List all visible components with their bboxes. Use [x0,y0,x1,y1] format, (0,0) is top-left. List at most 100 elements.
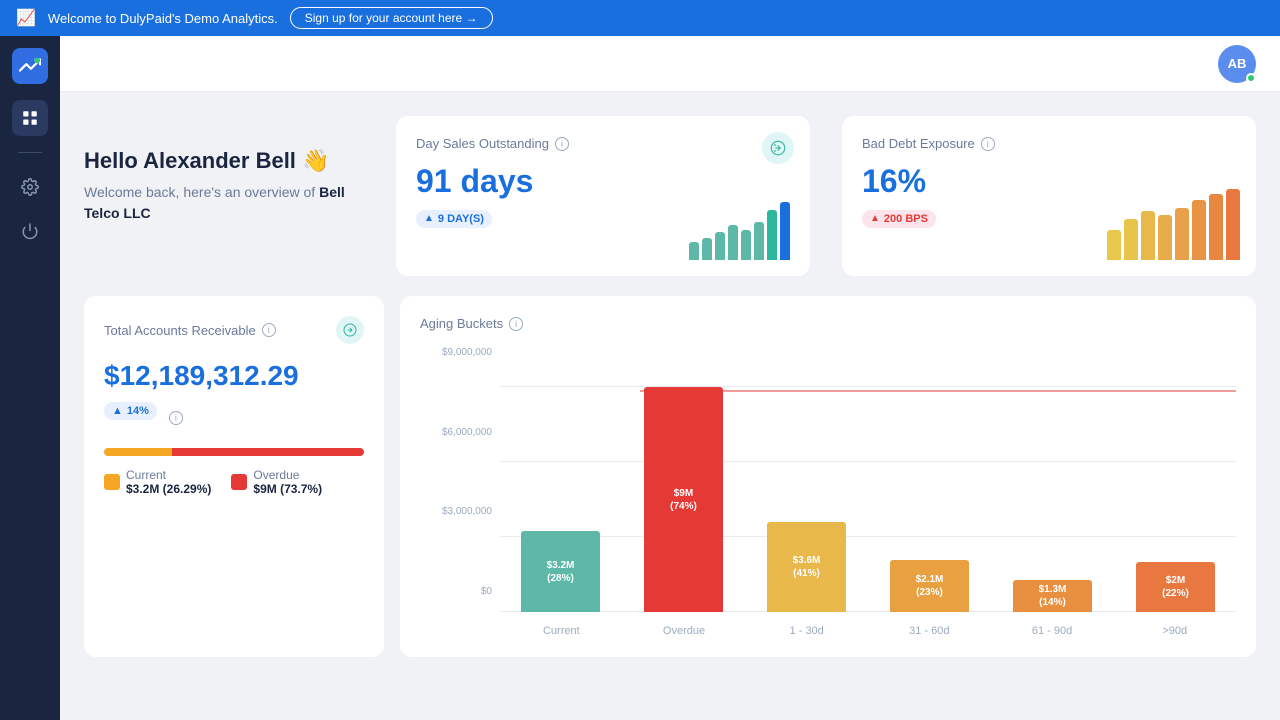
bd-bar-3 [1158,215,1172,260]
dso-bar-0 [689,242,699,260]
dso-share-icon [769,139,787,157]
ar-value: $12,189,312.29 [104,360,364,392]
bd-bar-7 [1226,189,1240,260]
aging-info-icon[interactable]: i [509,317,523,331]
aging-bar-label-3: $2.1M(23%) [916,573,944,599]
ar-current-segment [104,448,172,456]
signup-button[interactable]: Sign up for your account here → [290,7,493,29]
bd-bar-5 [1192,200,1206,260]
bad-debt-chart [1107,190,1240,260]
bad-debt-info-icon[interactable]: i [981,137,995,151]
dso-card: Day Sales Outstanding i 91 days ▲ 9 DAY(… [396,116,810,276]
ar-current-legend: Current $3.2M (26.29%) [104,468,211,496]
sidebar-logo[interactable] [12,48,48,84]
aging-panel: Aging Buckets i $0 $3,000,000 $6,000,000… [400,296,1256,657]
dso-badge-arrow: ▲ [424,213,434,224]
avatar[interactable]: AB [1218,45,1256,83]
x-axis: CurrentOverdue1 - 30d31 - 60d61 - 90d>90… [500,625,1236,637]
grid-line-2 [500,461,1236,462]
bd-bar-2 [1141,211,1155,260]
banner-logo-icon: 📈 [16,8,36,28]
bd-bar-6 [1209,194,1223,260]
sidebar [0,36,60,720]
ar-progress-bar [104,448,364,456]
x-label-4: 61 - 90d [991,625,1114,637]
aging-title: Aging Buckets i [420,316,1236,331]
page-content: Hello Alexander Bell 👋 Welcome back, her… [60,92,1280,720]
power-icon [21,222,39,240]
current-dot [104,474,120,490]
ar-share-icon [342,322,358,338]
bars-container: $3.2M(28%) $9M(74%) $3.6M(41%) $2.1M(23%) $1… [500,387,1236,612]
y-axis: $0 $3,000,000 $6,000,000 $9,000,000 [420,347,492,597]
grid-line-0 [500,611,1236,612]
dso-card-title: Day Sales Outstanding i [416,136,790,151]
ar-badge-info[interactable]: i [169,411,183,425]
aging-bar-group-0: $3.2M(28%) [500,387,621,612]
welcome-subtitle: Welcome back, here's an overview of Bell… [84,182,364,224]
aging-bar-3: $2.1M(23%) [890,560,969,612]
x-label-1: Overdue [623,625,746,637]
bd-bar-0 [1107,230,1121,260]
ar-badge-arrow: ▲ [112,405,123,417]
ar-legend: Current $3.2M (26.29%) Overdue $9M (73.7… [104,468,364,496]
y-label-9m: $9,000,000 [420,347,492,358]
dso-bar-7 [780,202,790,260]
bd-bar-4 [1175,208,1189,261]
sidebar-item-dashboard[interactable] [12,100,48,136]
aging-bar-group-3: $2.1M(23%) [869,387,990,612]
y-label-0: $0 [420,586,492,597]
dso-bar-5 [754,222,764,260]
aging-bar-label-4: $1.3M(14%) [1039,583,1067,609]
dso-info-icon[interactable]: i [555,137,569,151]
bd-bar-1 [1124,219,1138,260]
aging-bar-2: $3.6M(41%) [767,522,846,612]
aging-bar-group-1: $9M(74%) [623,387,744,612]
bad-debt-badge: ▲ 200 BPS [862,210,936,228]
logo-icon [19,55,41,77]
x-label-5: >90d [1113,625,1236,637]
dso-bar-3 [728,225,738,260]
grid-line-3 [500,386,1236,387]
dso-bar-1 [702,238,712,260]
aging-bar-4: $1.3M(14%) [1013,580,1092,612]
y-label-3m: $3,000,000 [420,506,492,517]
dso-badge: ▲ 9 DAY(S) [416,210,492,228]
sidebar-item-settings[interactable] [12,169,48,205]
ar-card-title: Total Accounts Receivable i [104,316,364,344]
aging-bar-5: $2M(22%) [1136,562,1215,612]
aging-bar-group-4: $1.3M(14%) [992,387,1113,612]
ar-badge: ▲ 14% [104,402,157,420]
header-bar: AB [60,36,1280,92]
aging-chart: $0 $3,000,000 $6,000,000 $9,000,000 [420,347,1236,637]
aging-bar-group-2: $3.6M(41%) [746,387,867,612]
bad-debt-card-title: Bad Debt Exposure i [862,136,1236,151]
avatar-online-dot [1246,73,1256,83]
welcome-section: Hello Alexander Bell 👋 Welcome back, her… [84,148,364,224]
dso-bar-2 [715,232,725,260]
ar-card: Total Accounts Receivable i $12,189,312.… [84,296,384,657]
ar-info-icon[interactable]: i [262,323,276,337]
ar-overdue-segment [172,448,364,456]
aging-bar-label-2: $3.6M(41%) [793,554,821,580]
dso-value: 91 days [416,163,790,200]
x-label-3: 31 - 60d [868,625,991,637]
aging-bar-1: $9M(74%) [644,387,723,612]
dso-bar-4 [741,230,751,260]
ar-overdue-legend: Overdue $9M (73.7%) [231,468,322,496]
top-banner: 📈 Welcome to DulyPaid's Demo Analytics. … [0,0,1280,36]
grid-icon [21,109,39,127]
sidebar-item-power[interactable] [12,213,48,249]
dso-icon-btn[interactable] [762,132,794,164]
ref-line [640,390,1236,392]
aging-bar-0: $3.2M(28%) [521,531,600,612]
aging-bar-label-5: $2M(22%) [1162,574,1189,600]
chart-area: $3.2M(28%) $9M(74%) $3.6M(41%) $2.1M(23%) $1… [500,387,1236,612]
avatar-initials: AB [1228,56,1247,71]
dso-bar-6 [767,210,777,260]
ar-icon-btn[interactable] [336,316,364,344]
sidebar-divider [18,152,42,153]
banner-text: Welcome to DulyPaid's Demo Analytics. [48,11,278,26]
dso-mini-chart [689,200,790,260]
settings-icon [21,178,39,196]
